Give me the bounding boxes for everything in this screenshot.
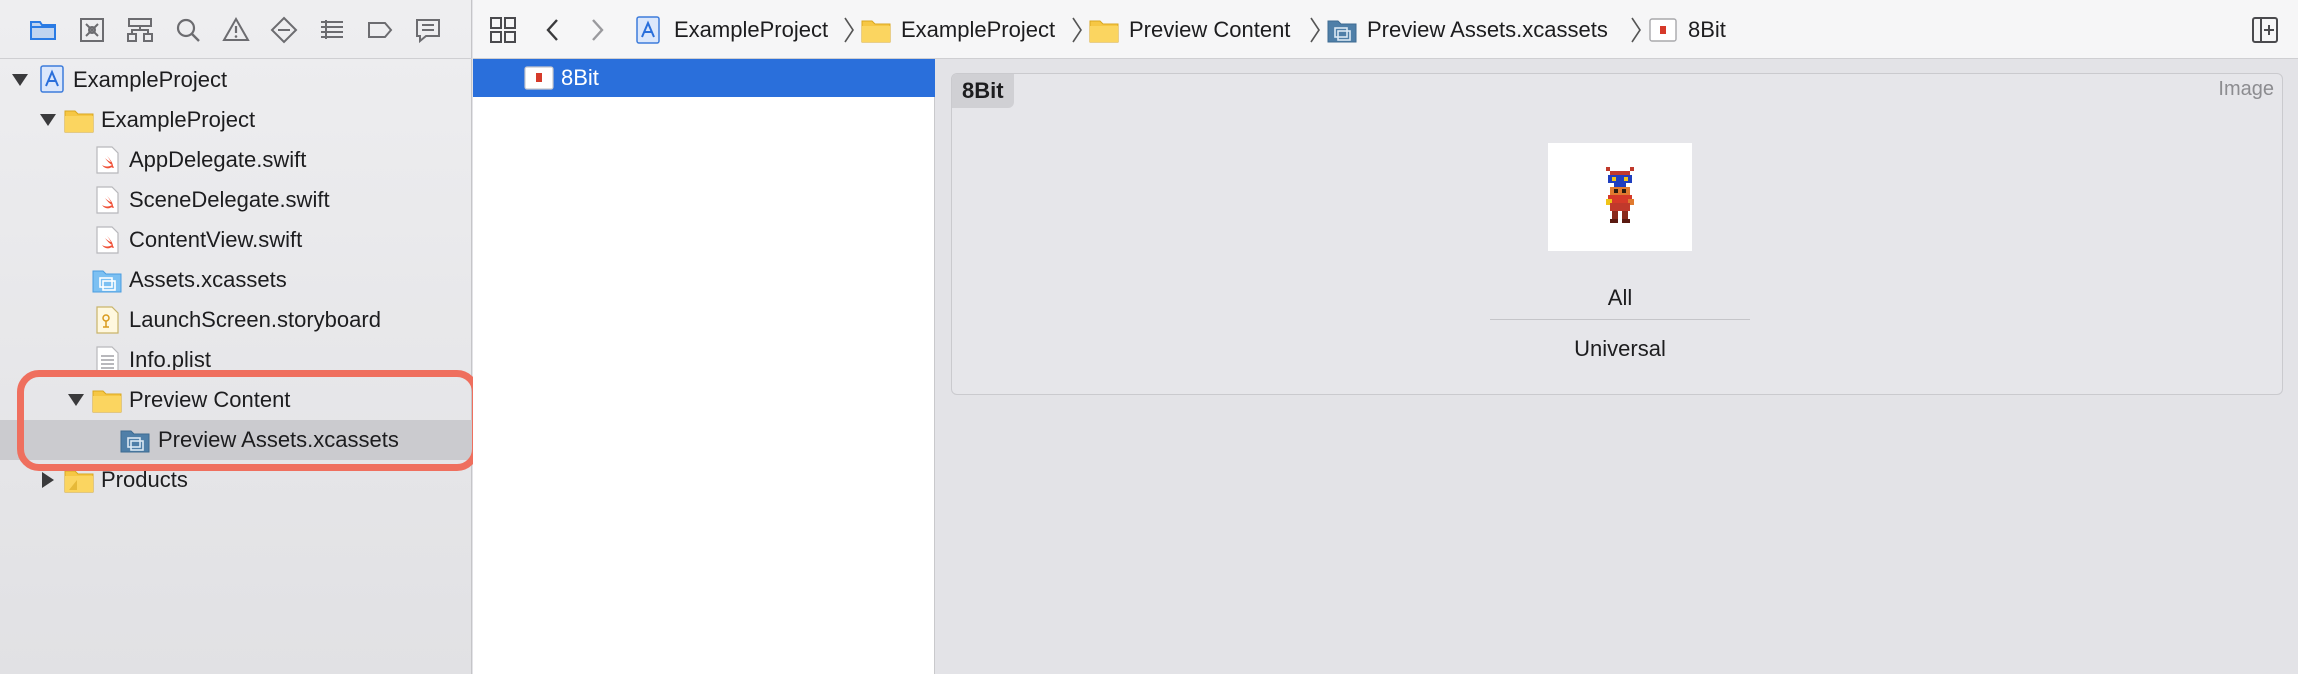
navigator-item-label: ExampleProject bbox=[73, 67, 228, 92]
disclosure-expanded-icon[interactable] bbox=[37, 109, 59, 131]
image-set-icon bbox=[1649, 18, 1677, 42]
project-icon bbox=[40, 65, 64, 93]
image-set-type: Image bbox=[2218, 78, 2274, 100]
breadcrumb-image-set[interactable]: 8Bit bbox=[1648, 12, 1726, 48]
project-icon bbox=[636, 16, 660, 44]
breadcrumb-separator-icon bbox=[1310, 17, 1320, 43]
navigator-item-preview-assets[interactable]: Preview Assets.xcassets bbox=[0, 420, 472, 460]
navigator-item-label: SceneDelegate.swift bbox=[129, 187, 330, 212]
breadcrumb-label: 8Bit bbox=[1688, 17, 1726, 42]
navigator-item-file[interactable]: Assets.xcassets bbox=[0, 260, 472, 300]
image-set-icon bbox=[524, 66, 554, 90]
navigator-item-products[interactable]: Products bbox=[0, 460, 472, 500]
breadcrumb-preview-assets[interactable]: Preview Assets.xcassets bbox=[1327, 12, 1608, 48]
image-set-panel: 8Bit Image All Universal bbox=[951, 73, 2283, 395]
navigator-item-label: Preview Content bbox=[129, 387, 291, 412]
navigator-item-project[interactable]: ExampleProject bbox=[0, 60, 472, 100]
slot-label: All bbox=[1607, 285, 1633, 310]
navigator-item-label: Products bbox=[101, 467, 188, 492]
navigator-item-label: ExampleProject bbox=[101, 107, 256, 132]
folder-icon bbox=[64, 110, 94, 133]
test-icon[interactable] bbox=[268, 14, 300, 46]
search-icon[interactable] bbox=[172, 14, 204, 46]
source-control-icon[interactable] bbox=[76, 14, 108, 46]
breadcrumb-separator-icon bbox=[1631, 17, 1641, 43]
navigator-item-label: Info.plist bbox=[129, 347, 211, 372]
jump-bar: ExampleProject ExampleProject Preview Co… bbox=[473, 0, 2298, 59]
navigator-item-preview-content[interactable]: Preview Content bbox=[0, 380, 472, 420]
breadcrumb-label: Preview Content bbox=[1129, 17, 1291, 42]
navigator-item-label: AppDelegate.swift bbox=[129, 147, 307, 172]
folder-icon bbox=[1089, 20, 1119, 43]
slot-divider bbox=[1490, 319, 1750, 320]
warning-icon[interactable] bbox=[220, 14, 252, 46]
navigator-item-label: Assets.xcassets bbox=[129, 267, 287, 292]
navigator-item-file[interactable]: Info.plist bbox=[0, 340, 472, 380]
navigator-item-group[interactable]: ExampleProject bbox=[0, 100, 472, 140]
image-well[interactable] bbox=[1548, 143, 1692, 251]
asset-catalog-icon bbox=[1327, 20, 1357, 43]
breadcrumb-project[interactable]: ExampleProject bbox=[634, 12, 828, 48]
hierarchy-icon[interactable] bbox=[124, 14, 156, 46]
navigator-item-label: Preview Assets.xcassets bbox=[158, 427, 399, 452]
add-editor-icon[interactable] bbox=[2250, 14, 2280, 46]
forward-chevron-icon[interactable] bbox=[587, 14, 607, 46]
folder-icon bbox=[861, 20, 891, 43]
breadcrumb-separator-icon bbox=[1072, 17, 1082, 43]
swift-file-icon bbox=[96, 146, 119, 174]
breakpoint-icon[interactable] bbox=[364, 14, 396, 46]
breadcrumb-label: Preview Assets.xcassets bbox=[1367, 17, 1608, 42]
navigator-toolbar bbox=[0, 0, 472, 59]
breadcrumb-separator-icon bbox=[844, 17, 854, 43]
asset-list: 8Bit bbox=[473, 59, 935, 674]
folder-icon bbox=[92, 390, 122, 413]
navigator-item-label: ContentView.swift bbox=[129, 227, 303, 252]
disclosure-collapsed-icon[interactable] bbox=[37, 469, 59, 491]
folder-icon[interactable] bbox=[27, 14, 59, 46]
navigator-item-file[interactable]: SceneDelegate.swift bbox=[0, 180, 472, 220]
breadcrumb-group[interactable]: ExampleProject bbox=[861, 12, 1055, 48]
swift-file-icon bbox=[96, 186, 119, 214]
folder-icon bbox=[64, 470, 94, 493]
asset-editor: 8Bit Image All Universal bbox=[935, 59, 2298, 674]
asset-catalog-icon bbox=[92, 270, 122, 293]
disclosure-expanded-icon[interactable] bbox=[9, 69, 31, 91]
navigator-item-file[interactable]: AppDelegate.swift bbox=[0, 140, 472, 180]
asset-list-item[interactable]: 8Bit bbox=[473, 59, 935, 97]
disclosure-expanded-icon[interactable] bbox=[65, 389, 87, 411]
back-chevron-icon[interactable] bbox=[543, 14, 563, 46]
project-navigator: ExampleProject ExampleProject AppDelegat… bbox=[0, 0, 479, 674]
storyboard-icon bbox=[96, 306, 119, 334]
breadcrumb-preview-content[interactable]: Preview Content bbox=[1089, 12, 1290, 48]
image-set-name[interactable]: 8Bit bbox=[952, 74, 1014, 108]
debug-icon[interactable] bbox=[316, 14, 348, 46]
navigator-item-file[interactable]: ContentView.swift bbox=[0, 220, 472, 260]
pixel-character-image bbox=[1606, 167, 1634, 223]
navigator-item-label: LaunchScreen.storyboard bbox=[129, 307, 381, 332]
asset-catalog-icon bbox=[120, 430, 150, 453]
report-icon[interactable] bbox=[412, 14, 444, 46]
breadcrumb-label: ExampleProject bbox=[901, 17, 1056, 42]
navigator-item-file[interactable]: LaunchScreen.storyboard bbox=[0, 300, 472, 340]
related-items-icon[interactable] bbox=[488, 14, 518, 46]
slot-sublabel: Universal bbox=[1574, 336, 1666, 361]
swift-file-icon bbox=[96, 226, 119, 254]
breadcrumb-label: ExampleProject bbox=[674, 17, 829, 42]
asset-list-item-label: 8Bit bbox=[561, 65, 599, 90]
plist-icon bbox=[96, 346, 119, 374]
